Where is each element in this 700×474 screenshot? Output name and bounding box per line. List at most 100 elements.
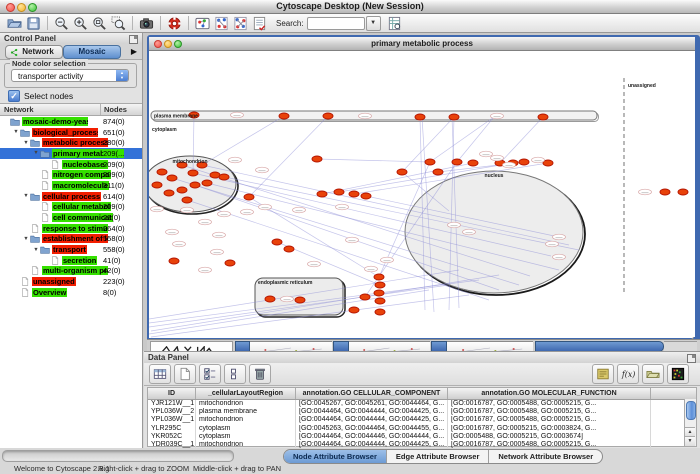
search-dropdown-button[interactable]: ▼ [366,16,381,31]
zoom-fit-button[interactable] [90,15,109,32]
node-color-dropdown[interactable]: transporter activity ▲▼ [11,69,129,82]
graph-node[interactable] [360,294,370,300]
scrollbar-thumb[interactable] [686,401,696,420]
graph-node[interactable] [452,159,462,165]
table-row[interactable]: YPL036W__1mitochondrion[GO:0044464, GO:0… [148,416,696,424]
graph-node[interactable] [188,170,198,176]
graph-node[interactable] [678,189,688,195]
graph-node[interactable] [433,169,443,175]
tree-row[interactable]: Overview8(0) [0,287,142,298]
graph-node[interactable] [272,239,282,245]
graph-node[interactable] [190,182,200,188]
graph-node[interactable] [361,193,371,199]
layout-distribute-button[interactable] [231,15,250,32]
graph-node[interactable] [660,189,670,195]
camera-snapshot-button[interactable] [137,15,156,32]
tab-mosaic[interactable]: Mosaic [63,45,121,59]
expand-triangle-icon[interactable]: ▼ [22,193,30,199]
zoom-icon[interactable] [174,40,182,48]
graph-node[interactable] [169,258,179,264]
graph-node[interactable] [284,246,294,252]
float-panel-icon[interactable] [687,354,696,363]
help-lifering-button[interactable] [165,15,184,32]
tree-row[interactable]: secretion41(0) [0,255,142,266]
graph-node[interactable] [519,159,529,165]
graph-node[interactable] [323,113,333,119]
select-nodes-checkbox[interactable]: ✓ [8,90,20,102]
table-row[interactable]: YPL036W__2plasma membrane[GO:0044464, GO… [148,408,696,416]
tree-row[interactable]: mosaic-demo-yeast874(0) [0,116,142,127]
expand-triangle-icon[interactable]: ▼ [32,150,40,156]
graph-node[interactable] [219,174,229,180]
tree-row[interactable]: cell communicat22(0) [0,212,142,223]
more-tabs-button[interactable]: ▶ [131,47,137,56]
tree-row[interactable]: response to stimul264(0) [0,223,142,234]
tab-network[interactable]: Network [5,45,63,59]
edit-attributes-button[interactable] [250,15,269,32]
table-row[interactable]: YJR121W__1mitochondrion[GO:0045267, GO:0… [148,400,696,408]
table-row[interactable]: YKR052Ccytoplasm[GO:0044464, GO:0044446,… [148,433,696,441]
graph-node[interactable] [164,190,174,196]
graph-node[interactable] [374,290,384,296]
graph-node[interactable] [295,297,305,303]
zoom-out-button[interactable] [52,15,71,32]
attribute-matrix-button[interactable] [667,364,689,384]
tree-row[interactable]: ▼establishment of lo558(0) [0,234,142,245]
close-icon[interactable] [154,40,162,48]
zoom-in-button[interactable] [71,15,90,32]
tree-row[interactable]: ▼metabolic process280(0) [0,137,142,148]
graph-node[interactable] [415,114,425,120]
tree-row[interactable]: ▼primary metabo209(... [0,148,142,159]
tree-column-nodes[interactable]: Nodes [101,104,142,115]
column-selector-button[interactable] [149,364,171,384]
minimize-icon[interactable] [164,40,172,48]
column-header[interactable]: annotation.GO CELLULAR_COMPONENT [296,388,448,399]
graph-node[interactable] [375,309,385,315]
graph-node[interactable] [349,191,359,197]
graph-node[interactable] [334,189,344,195]
graph-node[interactable] [167,175,177,181]
graph-node[interactable] [157,169,167,175]
network-window-titlebar[interactable]: primary metabolic process [149,37,695,51]
graph-node[interactable] [349,307,359,313]
column-header[interactable]: annotation.GO MOLECULAR_FUNCTION [448,388,651,399]
graph-node[interactable] [202,180,212,186]
table-row[interactable]: YDR039C__1mitochondrion[GO:0044464, GO:0… [148,441,696,449]
expand-triangle-icon[interactable]: ▼ [22,236,30,242]
tree-row[interactable]: cellular metabol209(0) [0,202,142,213]
graph-node[interactable] [449,114,459,120]
tree-row[interactable]: nitrogen compo209(0) [0,169,142,180]
graph-node[interactable] [312,156,322,162]
graph-node[interactable] [397,169,407,175]
graph-node[interactable] [244,194,254,200]
expand-triangle-icon[interactable]: ▼ [32,247,40,253]
layout-align-button[interactable] [212,15,231,32]
graph-node[interactable] [317,191,327,197]
save-session-button[interactable] [24,15,43,32]
column-header[interactable]: _cellularLayoutRegion [196,388,296,399]
table-row[interactable]: YLR295Ccytoplasm[GO:0045263, GO:0044464,… [148,425,696,433]
tree-row[interactable]: multi-organism pro42(0) [0,266,142,277]
search-input[interactable] [307,17,365,30]
select-attributes-button[interactable] [199,364,221,384]
tree-row[interactable]: macromolecule311(0) [0,180,142,191]
attribute-form-button[interactable] [592,364,614,384]
expand-triangle-icon[interactable]: ▼ [12,129,20,135]
search-options-button[interactable] [385,15,404,32]
tree-row[interactable]: ▼cellular process614(0) [0,191,142,202]
delete-attribute-button[interactable] [249,364,271,384]
birdseye-view-button[interactable] [193,15,212,32]
tree-row[interactable]: unassigned223(0) [0,276,142,287]
open-session-button[interactable] [5,15,24,32]
tree-row[interactable]: ▼biological_process651(0) [0,127,142,138]
tab-node-attribute-browser[interactable]: Node Attribute Browser [284,450,387,463]
column-header[interactable]: ID [148,388,196,399]
tree-row[interactable]: ▼transport558(0) [0,244,142,255]
tab-edge-attribute-browser[interactable]: Edge Attribute Browser [387,450,489,463]
function-builder-button[interactable]: f(x) [617,364,639,384]
tree-row[interactable]: nucleobase-209(0) [0,159,142,170]
graph-node[interactable] [374,274,384,280]
graph-node[interactable] [210,172,220,178]
network-canvas[interactable]: plasma membranecytoplasmmitochondrionnuc… [149,51,693,338]
import-attributes-button[interactable] [642,364,664,384]
